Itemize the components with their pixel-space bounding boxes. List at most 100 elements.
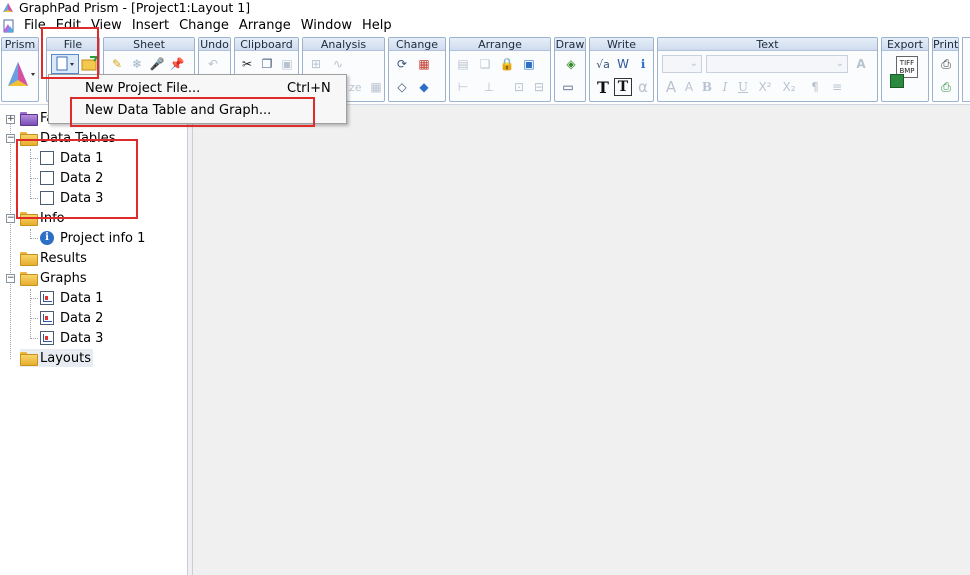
cut-icon[interactable]: ✂ [238, 55, 256, 73]
tree-project-info-1[interactable]: i Project info 1 [40, 229, 145, 247]
lock-icon[interactable]: 🔒 [498, 55, 516, 73]
tree-info-folder[interactable]: Info [20, 209, 65, 227]
prism-app-icon [3, 3, 13, 12]
title-bar: GraphPad Prism - [Project1:Layout 1] [0, 0, 970, 16]
menu-insert[interactable]: Insert [128, 17, 175, 35]
workspace-area[interactable] [193, 104, 970, 575]
group-change: Change ⟳ ▦ ◇ ◆ [388, 37, 446, 102]
tree-results-folder[interactable]: Results [20, 249, 87, 267]
data-table-icon [40, 151, 54, 165]
folder-icon [20, 352, 38, 366]
superscript-icon[interactable]: X² [754, 78, 776, 96]
graph-icon [40, 311, 54, 325]
symbols-icon[interactable]: ◇ [393, 78, 411, 96]
document-icon[interactable] [2, 19, 16, 33]
curve-icon[interactable]: ∿ [329, 55, 347, 73]
collapse-data-tables-toggle[interactable]: − [6, 134, 15, 143]
equation-icon[interactable]: √a [594, 55, 612, 73]
menu-file[interactable]: File [20, 17, 52, 35]
draw-shape-icon[interactable]: ◈ [562, 55, 580, 73]
change-graph-type-icon[interactable]: ⟳ [393, 55, 411, 73]
expand-family-toggle[interactable]: + [6, 115, 15, 124]
analyze-icon[interactable]: ⊞ [307, 55, 325, 73]
axis-format-icon[interactable]: ◆ [415, 78, 433, 96]
tree-data-tables-folder[interactable]: Data Tables [20, 129, 116, 147]
collapse-info-toggle[interactable]: − [6, 214, 15, 223]
text-box-icon[interactable]: T [614, 78, 632, 96]
info-insert-icon[interactable]: ℹ [634, 55, 652, 73]
rectangle-icon[interactable]: ▭ [559, 78, 577, 96]
ungroup-icon[interactable]: ⊟ [530, 78, 548, 96]
print-preview-icon[interactable]: ⎙ [937, 78, 955, 96]
subscript-icon[interactable]: X₂ [778, 78, 800, 96]
pin-icon[interactable]: 📌 [168, 55, 186, 73]
table-icon[interactable]: ▦ [367, 78, 385, 96]
tree-graph-3[interactable]: Data 3 [40, 329, 103, 347]
group-write-title: Write [590, 38, 653, 51]
export-chart-icon [890, 74, 904, 88]
tree-graph-1[interactable]: Data 1 [40, 289, 103, 307]
group-export-title: Export [882, 38, 928, 51]
analyze-partial-label: ze [349, 81, 362, 94]
group-change-title: Change [389, 38, 445, 51]
new-file-button[interactable] [51, 54, 79, 74]
tree-layouts-folder[interactable]: Layouts [20, 349, 93, 367]
export-tiff-bmp-button[interactable]: TIFF BMP [890, 56, 922, 90]
resize-icon[interactable]: ⊡ [510, 78, 528, 96]
new-project-file-shortcut: Ctrl+N [287, 80, 331, 96]
menu-change[interactable]: Change [175, 17, 235, 35]
bring-front-icon[interactable]: ▣ [520, 55, 538, 73]
tree-graphs-folder[interactable]: Graphs [20, 269, 87, 287]
menu-window[interactable]: Window [297, 17, 358, 35]
menu-help[interactable]: Help [358, 17, 398, 35]
info-icon: i [40, 231, 54, 245]
prism-logo-button[interactable] [6, 58, 36, 90]
folder-icon [20, 272, 38, 286]
group-export: Export TIFF BMP [881, 37, 929, 102]
menu-bar: File Edit View Insert Change Arrange Win… [0, 16, 970, 36]
tree-item-label: Data 2 [60, 170, 104, 186]
menu-edit[interactable]: Edit [52, 17, 87, 35]
tree-graph-2[interactable]: Data 2 [40, 309, 103, 327]
greek-symbol-icon[interactable]: α [634, 78, 652, 96]
font-color-icon[interactable]: A [852, 55, 870, 73]
word-icon[interactable]: W [614, 55, 632, 73]
folder-icon [20, 212, 38, 226]
underline-icon[interactable]: U [734, 78, 752, 96]
change-colors-icon[interactable]: ▦ [415, 55, 433, 73]
collapse-graphs-toggle[interactable]: − [6, 274, 15, 283]
bold-icon[interactable]: B [698, 78, 716, 96]
text-tool-icon[interactable]: T [594, 78, 612, 97]
pencil-icon[interactable]: ✎ [108, 55, 126, 73]
tree-data-table-2[interactable]: Data 2 [40, 169, 103, 187]
list-format-icon[interactable]: ≡ [828, 78, 846, 96]
printer-icon[interactable]: ⎙ [937, 55, 955, 73]
menu-new-data-table-and-graph[interactable]: New Data Table and Graph... [49, 99, 346, 121]
align-center-icon[interactable]: ⊥ [480, 78, 498, 96]
decrease-font-icon[interactable]: A [680, 78, 698, 96]
menu-view[interactable]: View [87, 17, 128, 35]
align-left-icon[interactable]: ▤ [454, 55, 472, 73]
menu-new-project-file[interactable]: New Project File... Ctrl+N [49, 77, 346, 99]
distribute-icon[interactable]: ⊢ [454, 78, 472, 96]
open-folder-icon[interactable] [81, 55, 99, 73]
tree-data-table-3[interactable]: Data 3 [40, 189, 103, 207]
copy-icon[interactable]: ❐ [258, 55, 276, 73]
menu-arrange[interactable]: Arrange [235, 17, 297, 35]
font-family-select[interactable]: ⌄ [706, 55, 848, 73]
data-table-icon [40, 171, 54, 185]
paste-icon[interactable]: ▣ [278, 55, 296, 73]
group-objects-icon[interactable]: ❏ [476, 55, 494, 73]
tree-item-label: Data 3 [60, 330, 104, 346]
italic-icon[interactable]: I [716, 78, 734, 96]
undo-icon[interactable]: ↶ [204, 55, 222, 73]
tree-data-table-1[interactable]: Data 1 [40, 149, 103, 167]
ribbon-overflow[interactable] [962, 37, 970, 102]
paragraph-icon[interactable]: ¶ [806, 78, 824, 96]
microphone-icon[interactable]: 🎤 [148, 55, 166, 73]
snowflake-icon[interactable]: ❄ [128, 55, 146, 73]
increase-font-icon[interactable]: A [662, 78, 680, 96]
tree-item-label: Project info 1 [60, 230, 146, 246]
font-size-select[interactable]: ⌄ [662, 55, 702, 73]
group-prism: Prism [1, 37, 39, 102]
